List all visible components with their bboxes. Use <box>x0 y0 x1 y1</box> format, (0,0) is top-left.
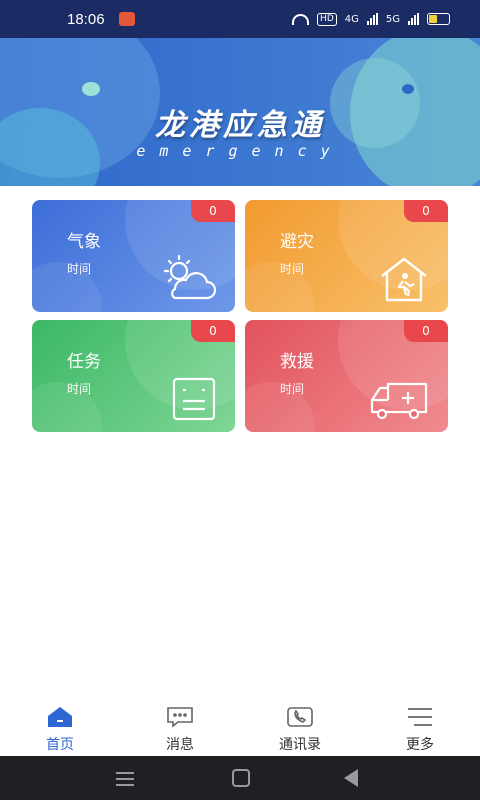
hd-badge: HD <box>317 12 337 26</box>
card-subtitle: 时间 <box>67 382 92 396</box>
tab-label: 通讯录 <box>279 737 321 753</box>
card-subtitle: 时间 <box>280 382 305 396</box>
ambulance-icon <box>370 382 428 420</box>
tab-home[interactable]: 首页 <box>0 700 120 756</box>
card-title: 救援 <box>280 352 314 372</box>
network-5g-label: 5G <box>385 13 400 25</box>
signal-icon <box>366 13 378 25</box>
count-badge: 0 <box>191 200 235 222</box>
card-title: 避灾 <box>280 232 314 252</box>
count-badge: 0 <box>191 320 235 342</box>
home-icon <box>48 707 72 727</box>
battery-icon <box>427 13 450 25</box>
status-time: 18:06 <box>67 10 105 28</box>
battery-level <box>429 15 437 23</box>
banner-dot <box>82 82 100 96</box>
rescue-card[interactable]: 救援 时间 0 <box>245 320 448 432</box>
tab-label: 首页 <box>46 737 74 753</box>
weather-card[interactable]: 气象 时间 0 <box>32 200 235 312</box>
home-button[interactable] <box>232 769 250 787</box>
wifi-icon <box>292 13 310 25</box>
task-card[interactable]: 任务 时间 0 <box>32 320 235 432</box>
card-title: 气象 <box>67 232 101 252</box>
system-nav-bar <box>0 756 480 800</box>
banner-title: 龙港应急通 <box>155 108 325 143</box>
tab-messages[interactable]: 消息 <box>120 700 240 756</box>
card-subtitle: 时间 <box>67 262 92 276</box>
card-subtitle: 时间 <box>280 262 305 276</box>
banner-dot <box>402 84 414 94</box>
weather-cloud-sun-icon <box>163 254 217 300</box>
card-title: 任务 <box>67 352 101 372</box>
banner-subtitle: emergency <box>136 142 344 160</box>
tab-more[interactable]: 更多 <box>360 700 480 756</box>
signal-icon <box>408 13 419 25</box>
evacuation-card[interactable]: 避灾 时间 0 <box>245 200 448 312</box>
module-grid: 气象 时间 0 避灾 时间 0 任务 时间 0 救援 时间 0 <box>32 200 449 432</box>
back-button[interactable] <box>344 769 358 787</box>
task-board-icon <box>172 377 216 421</box>
tab-label: 消息 <box>166 737 194 753</box>
recent-apps-button[interactable] <box>116 772 134 790</box>
menu-lines-icon <box>408 708 432 726</box>
status-bar: 18:06 HD 4G 5G <box>0 0 480 38</box>
count-badge: 0 <box>404 200 448 222</box>
count-badge: 0 <box>404 320 448 342</box>
phone-book-icon <box>287 707 313 727</box>
tab-contacts[interactable]: 通讯录 <box>240 700 360 756</box>
shelter-house-icon <box>381 257 427 302</box>
status-indicators: HD 4G 5G <box>292 12 450 26</box>
tab-label: 更多 <box>406 737 434 753</box>
header-banner: 龙港应急通 emergency <box>0 38 480 186</box>
bottom-tab-bar: 首页 消息 通讯录 更多 <box>0 700 480 756</box>
app-notification-icon <box>118 12 135 26</box>
network-4g-label: 4G <box>344 13 359 25</box>
message-icon <box>167 707 193 728</box>
